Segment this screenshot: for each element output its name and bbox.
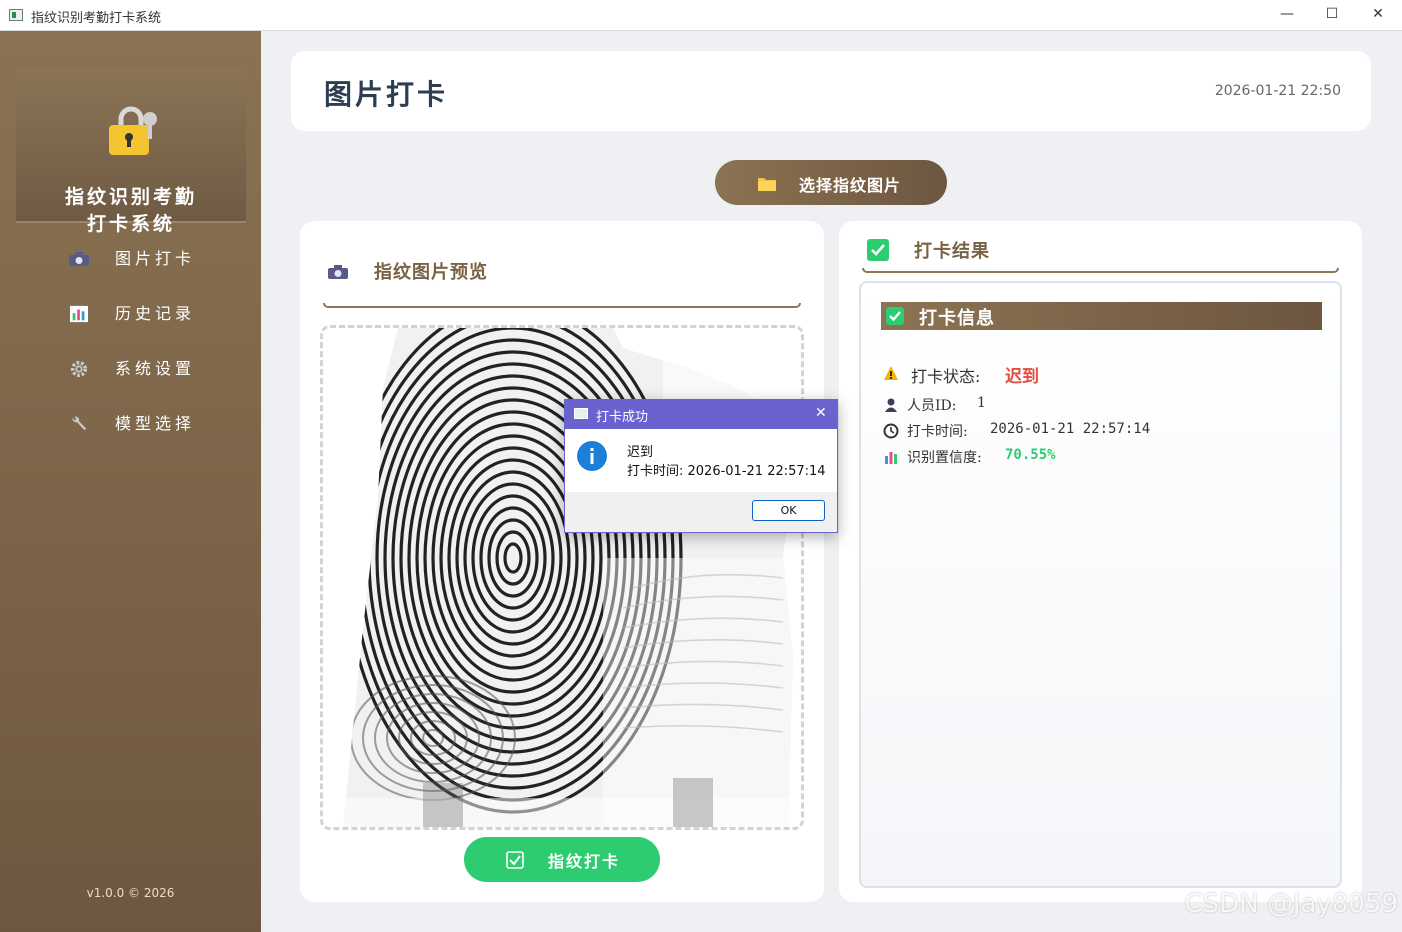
preview-title-underline <box>323 303 801 308</box>
app-icon <box>574 408 588 419</box>
camera-icon <box>69 252 89 266</box>
wrench-icon <box>72 416 87 431</box>
info-header-bar: 打卡信息 <box>881 302 1322 330</box>
check-icon <box>867 239 889 261</box>
minimize-button[interactable]: — <box>1264 0 1310 31</box>
header-datetime: 2026-01-21 22:50 <box>1214 83 1341 99</box>
app-icon <box>9 9 23 21</box>
sidebar-item-label: 系统设置 <box>115 359 196 378</box>
result-title-underline <box>862 268 1339 273</box>
confidence-label: 识别置信度: <box>907 450 982 466</box>
window-title: 指纹识别考勤打卡系统 <box>31 11 162 26</box>
page-title: 图片打卡 <box>324 78 449 111</box>
person-id-value: 1 <box>977 395 986 411</box>
folder-icon <box>758 178 776 191</box>
watermark: CSDN @Jay8059 <box>1184 889 1398 919</box>
confidence-value: 70.55% <box>1005 447 1056 463</box>
punch-button-label: 指纹打卡 <box>548 852 621 871</box>
dialog-body: 迟到 打卡时间: 2026-01-21 22:57:14 <box>565 429 837 492</box>
success-dialog: 打卡成功 ✕ 迟到 打卡时间: 2026-01-21 22:57:14 OK <box>564 399 838 533</box>
info-icon <box>577 441 607 471</box>
clock-icon <box>883 423 899 439</box>
app-name-line1: 指纹识别考勤 <box>64 186 197 208</box>
brand-panel: 指纹识别考勤 打卡系统 <box>16 67 246 235</box>
choose-image-button[interactable]: 选择指纹图片 <box>715 160 947 205</box>
bar-chart-icon <box>883 449 899 465</box>
status-label: 打卡状态: <box>911 367 981 386</box>
app-name-line2: 打卡系统 <box>86 213 175 235</box>
preview-title: 指纹图片预览 <box>374 262 488 283</box>
version-label: v1.0.0 © 2026 <box>86 886 175 900</box>
sidebar-item-model[interactable]: 模型选择 <box>68 409 238 439</box>
gear-icon <box>70 360 88 378</box>
punch-time-value: 2026-01-21 22:57:14 <box>990 421 1151 437</box>
dialog-ok-button[interactable]: OK <box>752 500 825 521</box>
preview-card: 指纹图片预览 指纹打卡 <box>300 221 824 902</box>
sidebar-item-settings[interactable]: 系统设置 <box>68 354 238 384</box>
sidebar: 指纹识别考勤 打卡系统 图片打卡 历史记录 系统设置 模型选择 v1.0.0 ©… <box>0 31 261 932</box>
sidebar-item-label: 图片打卡 <box>115 249 196 268</box>
bar-chart-icon <box>70 305 88 323</box>
checkbox-icon <box>506 851 524 869</box>
maximize-button[interactable]: ☐ <box>1309 0 1355 31</box>
dialog-titlebar: 打卡成功 ✕ <box>565 400 837 429</box>
warning-icon <box>884 366 898 380</box>
sidebar-item-label: 历史记录 <box>115 304 196 323</box>
dialog-message-line1: 迟到 <box>627 445 654 460</box>
camera-icon <box>328 265 348 279</box>
check-icon <box>886 307 904 325</box>
result-panel: 打卡信息 打卡状态: 迟到 人员ID: 1 打卡时间: 2026-01-21 2… <box>859 281 1342 888</box>
choose-image-label: 选择指纹图片 <box>799 176 902 195</box>
lock-icon <box>109 106 157 155</box>
window-titlebar: 指纹识别考勤打卡系统 — ☐ ✕ <box>0 0 1402 31</box>
result-card: 打卡结果 打卡信息 打卡状态: 迟到 人员ID: 1 打卡时间: 2026-01… <box>839 221 1362 902</box>
sidebar-item-history[interactable]: 历史记录 <box>68 299 238 329</box>
person-id-label: 人员ID: <box>907 398 957 414</box>
person-icon <box>885 398 897 412</box>
app-name: 指纹识别考勤 打卡系统 <box>16 184 246 238</box>
dialog-message-line2: 打卡时间: 2026-01-21 22:57:14 <box>627 464 826 479</box>
dialog-title: 打卡成功 <box>596 410 649 425</box>
status-value: 迟到 <box>1005 367 1039 387</box>
dialog-close-button[interactable]: ✕ <box>815 405 827 421</box>
fingerprint-punch-button[interactable]: 指纹打卡 <box>464 837 660 882</box>
sidebar-item-photo-punch[interactable]: 图片打卡 <box>68 244 238 274</box>
result-title: 打卡结果 <box>914 241 990 262</box>
header-card: 图片打卡 2026-01-21 22:50 <box>291 51 1371 131</box>
sidebar-item-label: 模型选择 <box>115 414 196 433</box>
punch-time-label: 打卡时间: <box>907 424 968 440</box>
close-button[interactable]: ✕ <box>1355 0 1401 31</box>
info-title: 打卡信息 <box>919 308 995 329</box>
